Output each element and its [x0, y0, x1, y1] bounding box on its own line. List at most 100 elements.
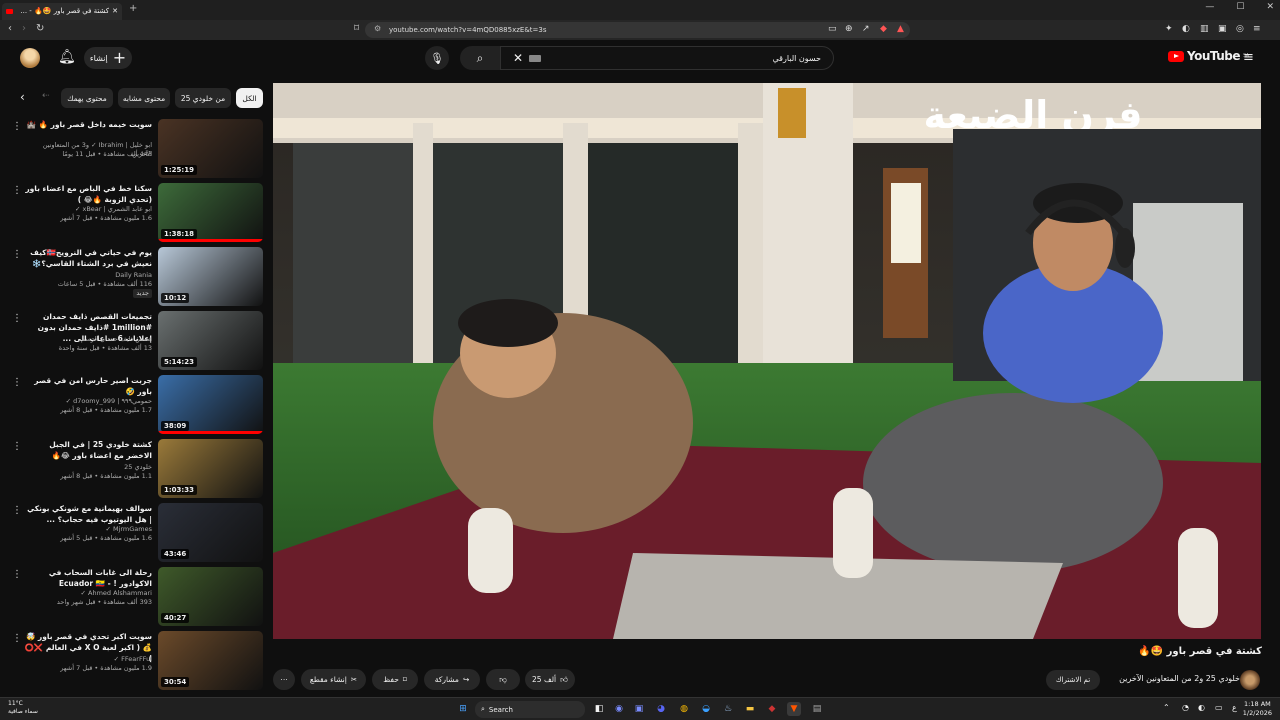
video-list-item[interactable]: ⋮ سكنا خط في الباص مع اعضاء باور (تحدي ال… [0, 183, 268, 245]
video-options-dots-icon[interactable]: ⋮ [12, 377, 22, 388]
video-list-item[interactable]: ⋮ سويت خيمه داخل قصر باور 🔥 🏰 ابو خليل | I… [0, 119, 268, 181]
file-explorer-icon[interactable]: ▬ [743, 702, 757, 716]
chip-similar[interactable]: محتوى مشابه [118, 88, 170, 108]
vpn-icon[interactable]: ◎ [1236, 24, 1244, 34]
extensions-icon[interactable]: ✦ [1165, 24, 1173, 34]
maximize-button[interactable]: ☐ [1236, 2, 1244, 12]
video-thumbnail[interactable]: 40:27 [158, 567, 263, 626]
clip-button[interactable]: إنشاء مقطع ✂ [301, 669, 366, 690]
notifications-bell-icon[interactable]: 🔔︎ [58, 49, 76, 65]
battery-icon[interactable]: ▭ [1215, 703, 1223, 712]
video-thumbnail[interactable]: 1:38:18 [158, 183, 263, 242]
video-options-dots-icon[interactable]: ⋮ [12, 441, 22, 452]
chrome-icon[interactable]: ◍ [677, 702, 691, 716]
subscribe-label: تم الاشتراك [1055, 676, 1091, 684]
video-thumbnail[interactable]: 43:46 [158, 503, 263, 562]
minimize-button[interactable]: — [1205, 2, 1214, 12]
keyboard-icon[interactable] [529, 54, 542, 62]
video-options-dots-icon[interactable]: ⋮ [12, 249, 22, 260]
channel-avatar[interactable] [1240, 670, 1260, 690]
video-thumbnail[interactable]: 5:14:23 [158, 311, 263, 370]
video-options-dots-icon[interactable]: ⋮ [12, 313, 22, 324]
channel-name[interactable]: خلودي 25 و2 من المتعاونين الآخرين [1110, 674, 1240, 683]
search-button[interactable]: ⌕ [460, 46, 500, 70]
video-options-dots-icon[interactable]: ⋮ [12, 185, 22, 196]
video-list-item[interactable]: ⋮ تجميعات القصص ذايف حمدان #1million #ذاي… [0, 311, 268, 373]
subscribed-button[interactable]: تم الاشتراك [1046, 670, 1100, 690]
wifi-icon[interactable]: ◔ [1182, 703, 1189, 712]
menu-icon[interactable]: ≡ [1253, 24, 1261, 34]
clear-search-icon[interactable]: ✕ [513, 51, 523, 65]
windows-start-icon[interactable]: ⊞ [456, 702, 470, 716]
video-list-item[interactable]: ⋮ سوالف بهيمانية مع شونكي بونكي | هل اليو… [0, 503, 268, 565]
chip-from-channel[interactable]: من خلودي 25 [175, 88, 231, 108]
browser-toolbar: ‹ › ↻ ⌑ ⚙ youtube.com/watch?v=4mQD0885xz… [0, 20, 1280, 40]
account-avatar[interactable] [20, 48, 40, 68]
bookmark-icon[interactable]: ⌑ [354, 23, 359, 34]
chevron-left-icon[interactable]: ‹ [20, 90, 25, 104]
discord-icon[interactable]: ◕ [654, 702, 668, 716]
steam-icon[interactable]: ♨ [721, 702, 735, 716]
app-icon[interactable]: ◆ [765, 702, 779, 716]
video-thumbnail[interactable]: 1:25:19 [158, 119, 263, 178]
volume-icon[interactable]: ◐ [1198, 703, 1205, 712]
video-list-item[interactable]: ⋮ كشتة خلودي 25 | في الجبل الاخضر مع اعضا… [0, 439, 268, 501]
save-button[interactable]: حفظ ⌑ [372, 669, 418, 690]
extension-icon[interactable]: ◐ [1182, 24, 1190, 34]
video-list-item[interactable]: ⋮ سويت اكبر تحدي في قصر باور 🤯💰 ( اكبر لع… [0, 631, 268, 693]
video-item-channel: ابو عابد الشمري | xBear ✓ [74, 205, 152, 213]
video-options-dots-icon[interactable]: ⋮ [12, 569, 22, 580]
zoom-icon[interactable]: ⊕ [845, 24, 853, 34]
browser-tab[interactable]: كشتة في قصر باور 🤩🔥 - ... ✕ [2, 2, 122, 20]
youtube-logo[interactable]: YouTube SA [1168, 49, 1249, 63]
new-tab-button[interactable]: + [129, 3, 137, 14]
video-options-dots-icon[interactable]: ⋮ [12, 121, 22, 132]
like-button[interactable]: 25 ألف 👍︎ [525, 669, 575, 690]
copilot-icon[interactable]: ◉ [612, 702, 626, 716]
video-thumbnail[interactable]: 10:12 [158, 247, 263, 306]
search-input[interactable]: ✕ حسون البارقي [500, 46, 834, 70]
forward-arrow-icon[interactable]: › [22, 23, 26, 34]
chip-related-to-you[interactable]: محتوى يهمك [61, 88, 113, 108]
video-options-dots-icon[interactable]: ⋮ [12, 633, 22, 644]
create-button[interactable]: إنشاء + [84, 47, 132, 69]
video-list-item[interactable]: ⋮ جربت اصير حارس امن في قصر باور 🤣 حمومي٩٩… [0, 375, 268, 437]
video-list-item[interactable]: ⋮ يوم في حياتي في النرويج🇳🇴كيف نعيش في بر… [0, 247, 268, 309]
reload-icon[interactable]: ↻ [36, 23, 44, 34]
system-clock[interactable]: 1:18 AM 1/2/2026 [1243, 700, 1272, 718]
site-info-icon[interactable]: ⚙ [374, 24, 381, 33]
back-arrow-icon[interactable]: ‹ [8, 23, 12, 34]
chip-all[interactable]: الكل [236, 88, 263, 108]
task-view-icon[interactable]: ◧ [592, 702, 606, 716]
cast-icon[interactable]: ▭ [828, 24, 837, 34]
app-window-icon[interactable]: ▤ [810, 702, 824, 716]
taskbar-search[interactable]: ⌕ Search [475, 701, 585, 718]
video-player[interactable]: فرن الضيعة [273, 83, 1261, 639]
wallet-icon[interactable]: ▣ [1218, 24, 1227, 34]
edge-icon[interactable]: ◒ [699, 702, 713, 716]
brave-browser-icon[interactable]: ▼ [787, 702, 801, 716]
video-options-dots-icon[interactable]: ⋮ [12, 505, 22, 516]
guide-menu-icon[interactable]: ≡ [1243, 50, 1254, 65]
more-actions-button[interactable]: ⋯ [273, 669, 295, 690]
video-thumbnail[interactable]: 1:03:33 [158, 439, 263, 498]
tray-chevron-icon[interactable]: ⌃ [1163, 703, 1170, 712]
share-button[interactable]: مشاركة ↪ [424, 669, 480, 690]
teams-icon[interactable]: ▣ [632, 702, 646, 716]
video-duration: 1:03:33 [161, 485, 197, 495]
language-icon[interactable]: ع [1232, 703, 1237, 712]
share-page-icon[interactable]: ↗ [862, 24, 870, 34]
video-item-meta: 1.7 مليون مشاهدة • قبل 8 أشهر [60, 406, 152, 414]
sidebar-icon[interactable]: ▥ [1200, 24, 1209, 34]
weather-widget[interactable]: 11°C سماء صافية [8, 700, 38, 716]
dislike-button[interactable]: 👎︎ [486, 669, 520, 690]
close-tab-icon[interactable]: ✕ [112, 7, 118, 15]
brave-shield-icon[interactable]: ◆ [880, 24, 887, 34]
rewards-icon[interactable]: ▲ [897, 24, 904, 34]
video-thumbnail[interactable]: 30:54 [158, 631, 263, 690]
youtube-play-icon [1168, 50, 1184, 62]
voice-search-mic-icon[interactable]: 🎙︎ [425, 46, 449, 70]
video-thumbnail[interactable]: 38:09 [158, 375, 263, 434]
video-list-item[interactable]: ⋮ رحلة الى غابات السحاب في الاكوادور ! - … [0, 567, 268, 629]
close-window-button[interactable]: ✕ [1266, 2, 1274, 12]
